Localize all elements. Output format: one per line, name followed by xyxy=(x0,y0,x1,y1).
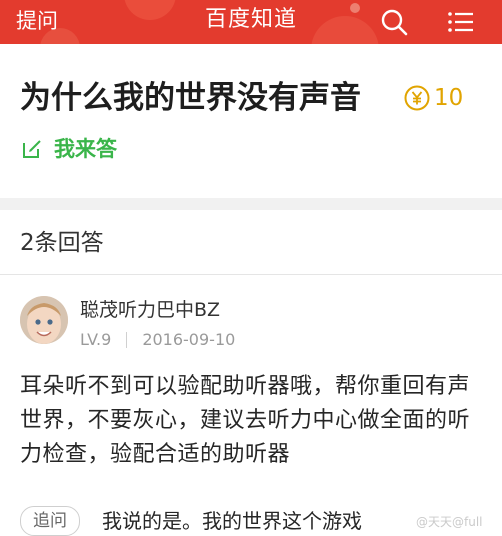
followup-text: 我说的是。我的世界这个游戏 xyxy=(102,509,362,533)
user-level: LV.9 xyxy=(80,330,112,349)
question-section: 为什么我的世界没有声音 10 我来答 xyxy=(0,44,502,198)
question-title: 为什么我的世界没有声音 xyxy=(20,80,361,116)
answer-meta: LV.9 2016-09-10 xyxy=(80,330,235,350)
meta-separator xyxy=(126,332,128,348)
reward-amount: 10 xyxy=(434,85,464,111)
followup-tag[interactable]: 追问 xyxy=(20,506,80,536)
divider xyxy=(0,274,502,275)
answer-button[interactable]: 我来答 xyxy=(22,136,117,162)
answers-section: 2条回答 聪茂听力巴中BZ LV.9 2016-09-10 耳朵听不到可以验配助… xyxy=(0,210,502,536)
section-divider xyxy=(0,198,502,210)
page-title: 百度知道 xyxy=(204,7,297,32)
watermark: @天天@full xyxy=(416,515,483,529)
followup-row: 追问 我说的是。我的世界这个游戏 xyxy=(20,506,362,536)
top-bar: 提问 百度知道 xyxy=(0,0,502,44)
avatar[interactable] xyxy=(20,296,68,344)
coin-icon xyxy=(404,85,430,111)
answer-date: 2016-09-10 xyxy=(142,330,236,349)
menu-icon[interactable] xyxy=(445,6,477,38)
answer-button-label: 我来答 xyxy=(54,137,117,161)
answer-count: 2条回答 xyxy=(20,230,104,256)
reward-badge: 10 xyxy=(404,84,463,112)
edit-icon xyxy=(23,140,41,158)
answer-content: 耳朵听不到可以验配助听器哦，帮你重回有声世界，不要灰心，建议去听力中心做全面的听… xyxy=(20,374,471,467)
search-icon[interactable] xyxy=(378,6,410,38)
answerer-name[interactable]: 聪茂听力巴中BZ xyxy=(80,298,220,322)
